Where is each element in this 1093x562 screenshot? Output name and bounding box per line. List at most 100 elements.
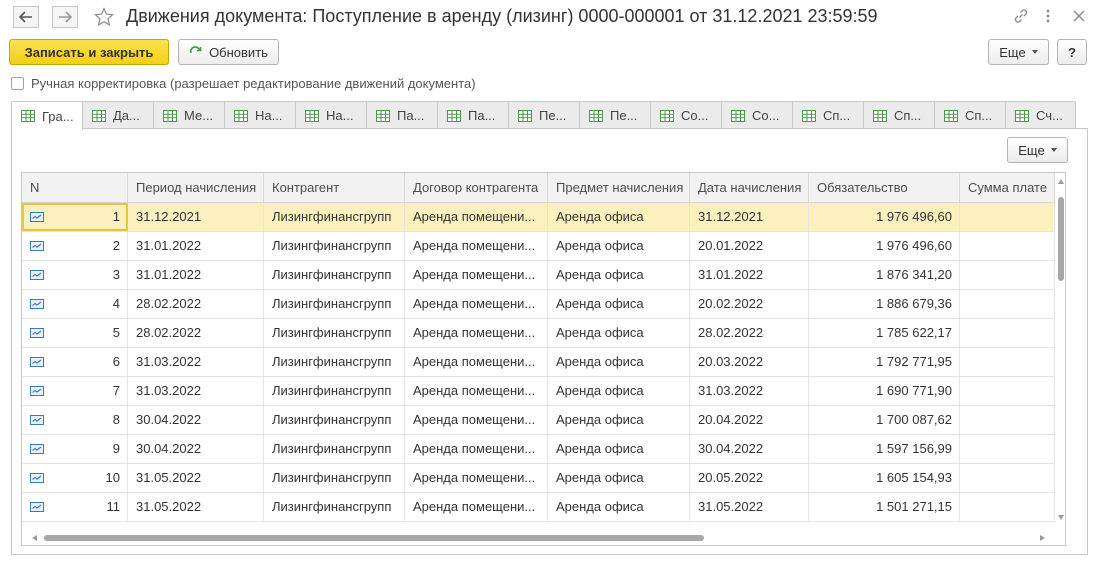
cell-payment[interactable] (960, 348, 1055, 376)
tab-4[interactable]: На... (224, 101, 296, 129)
cell-obligation[interactable]: 1 597 156,99 (809, 435, 960, 463)
cell-n[interactable]: 8 (22, 406, 128, 434)
cell-date[interactable]: 31.05.2022 (690, 493, 809, 521)
cell-n[interactable]: 4 (22, 290, 128, 318)
cell-subject[interactable]: Аренда офиса (548, 493, 690, 521)
cell-payment[interactable] (960, 377, 1055, 405)
cell-period[interactable]: 31.03.2022 (128, 377, 264, 405)
save-and-close-button[interactable]: Записать и закрыть (9, 39, 169, 65)
table-row[interactable]: 2 31.01.2022 Лизингфинансгрупп Аренда помещ… (22, 232, 1055, 261)
tab-5[interactable]: На... (295, 101, 367, 129)
cell-period[interactable]: 28.02.2022 (128, 290, 264, 318)
cell-contract[interactable]: Аренда помещени... (405, 435, 548, 463)
star-icon[interactable] (94, 7, 114, 27)
column-header[interactable]: Сумма плате (960, 173, 1055, 202)
cell-date[interactable]: 31.12.2021 (690, 203, 809, 231)
column-header[interactable]: Предмет начисления (548, 173, 690, 202)
cell-subject[interactable]: Аренда офиса (548, 232, 690, 260)
cell-payment[interactable] (960, 493, 1055, 521)
cell-obligation[interactable]: 1 690 771,90 (809, 377, 960, 405)
cell-period[interactable]: 30.04.2022 (128, 435, 264, 463)
cell-contract[interactable]: Аренда помещени... (405, 261, 548, 289)
table-row[interactable]: 6 31.03.2022 Лизингфинансгрупп Аренда помещ… (22, 348, 1055, 377)
cell-n[interactable]: 11 (22, 493, 128, 521)
table-row[interactable]: 5 28.02.2022 Лизингфинансгрупп Аренда помещ… (22, 319, 1055, 348)
table-row[interactable]: 10 31.05.2022 Лизингфинансгрупп Аренда поме… (22, 464, 1055, 493)
cell-contract[interactable]: Аренда помещени... (405, 232, 548, 260)
tab-15[interactable]: Сч... (1005, 101, 1076, 129)
table-more-button[interactable]: Еще (1007, 137, 1068, 163)
horizontal-scrollbar[interactable] (22, 531, 1055, 545)
cell-obligation[interactable]: 1 886 679,36 (809, 290, 960, 318)
cell-payment[interactable] (960, 464, 1055, 492)
cell-payment[interactable] (960, 319, 1055, 347)
cell-obligation[interactable]: 1 976 496,60 (809, 203, 960, 231)
column-header[interactable]: Дата начисления (690, 173, 809, 202)
cell-contractor[interactable]: Лизингфинансгрупп (264, 464, 405, 492)
cell-subject[interactable]: Аренда офиса (548, 261, 690, 289)
tab-14[interactable]: Сп... (934, 101, 1006, 129)
tab-2[interactable]: Да... (82, 101, 154, 129)
cell-contractor[interactable]: Лизингфинансгрупп (264, 493, 405, 521)
column-header[interactable]: Обязательство (809, 173, 960, 202)
cell-n[interactable]: 1 (22, 203, 128, 231)
column-header[interactable]: Договор контрагента (405, 173, 548, 202)
cell-period[interactable]: 31.12.2021 (128, 203, 264, 231)
table-row[interactable]: 8 30.04.2022 Лизингфинансгрупп Аренда помещ… (22, 406, 1055, 435)
cell-obligation[interactable]: 1 501 271,15 (809, 493, 960, 521)
cell-n[interactable]: 5 (22, 319, 128, 347)
cell-date[interactable]: 30.04.2022 (690, 435, 809, 463)
cell-obligation[interactable]: 1 976 496,60 (809, 232, 960, 260)
cell-contractor[interactable]: Лизингфинансгрупп (264, 319, 405, 347)
table-row[interactable]: 7 31.03.2022 Лизингфинансгрупп Аренда помещ… (22, 377, 1055, 406)
table-row[interactable]: 9 30.04.2022 Лизингфинансгрупп Аренда помещ… (22, 435, 1055, 464)
cell-contractor[interactable]: Лизингфинансгрупп (264, 348, 405, 376)
cell-subject[interactable]: Аренда офиса (548, 203, 690, 231)
cell-subject[interactable]: Аренда офиса (548, 435, 690, 463)
cell-payment[interactable] (960, 406, 1055, 434)
cell-subject[interactable]: Аренда офиса (548, 377, 690, 405)
table-row[interactable]: 11 31.05.2022 Лизингфинансгрупп Аренда поме… (22, 493, 1055, 522)
cell-period[interactable]: 31.05.2022 (128, 493, 264, 521)
horizontal-scroll-thumb[interactable] (44, 535, 704, 541)
cell-subject[interactable]: Аренда офиса (548, 290, 690, 318)
vertical-scrollbar[interactable] (1056, 173, 1065, 523)
column-header[interactable]: Период начисления (128, 173, 264, 202)
tab-1[interactable]: Гра... (11, 101, 83, 130)
back-button[interactable] (13, 6, 39, 28)
manual-adjust-checkbox[interactable] (11, 77, 24, 90)
cell-contract[interactable]: Аренда помещени... (405, 464, 548, 492)
scroll-down-icon[interactable] (1058, 515, 1064, 520)
cell-contractor[interactable]: Лизингфинансгрупп (264, 203, 405, 231)
cell-period[interactable]: 30.04.2022 (128, 406, 264, 434)
cell-contractor[interactable]: Лизингфинансгрупп (264, 406, 405, 434)
cell-subject[interactable]: Аренда офиса (548, 348, 690, 376)
cell-date[interactable]: 31.03.2022 (690, 377, 809, 405)
cell-payment[interactable] (960, 261, 1055, 289)
cell-date[interactable]: 20.01.2022 (690, 232, 809, 260)
tab-9[interactable]: Пе... (579, 101, 651, 129)
cell-period[interactable]: 31.05.2022 (128, 464, 264, 492)
cell-subject[interactable]: Аренда офиса (548, 464, 690, 492)
cell-payment[interactable] (960, 290, 1055, 318)
cell-contract[interactable]: Аренда помещени... (405, 319, 548, 347)
cell-obligation[interactable]: 1 700 087,62 (809, 406, 960, 434)
cell-date[interactable]: 20.02.2022 (690, 290, 809, 318)
cell-subject[interactable]: Аренда офиса (548, 319, 690, 347)
tab-10[interactable]: Со... (650, 101, 722, 129)
cell-period[interactable]: 31.03.2022 (128, 348, 264, 376)
cell-obligation[interactable]: 1 785 622,17 (809, 319, 960, 347)
cell-n[interactable]: 3 (22, 261, 128, 289)
cell-obligation[interactable]: 1 605 154,93 (809, 464, 960, 492)
cell-payment[interactable] (960, 203, 1055, 231)
more-button[interactable]: Еще (988, 39, 1049, 65)
cell-period[interactable]: 28.02.2022 (128, 319, 264, 347)
cell-payment[interactable] (960, 435, 1055, 463)
cell-contract[interactable]: Аренда помещени... (405, 290, 548, 318)
cell-payment[interactable] (960, 232, 1055, 260)
tab-13[interactable]: Сп... (863, 101, 935, 129)
cell-n[interactable]: 2 (22, 232, 128, 260)
link-icon[interactable] (1013, 8, 1029, 24)
table-row[interactable]: 1 31.12.2021 Лизингфинансгрупп Аренда помещ… (22, 203, 1055, 232)
cell-period[interactable]: 31.01.2022 (128, 261, 264, 289)
